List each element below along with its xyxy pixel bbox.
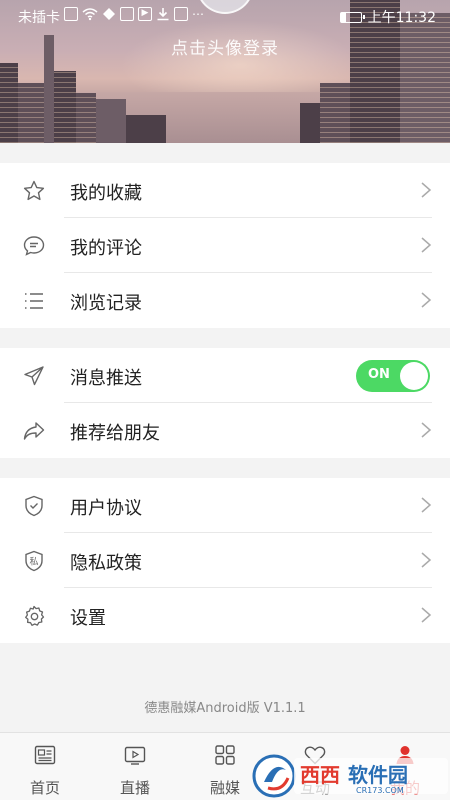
menu-item-favorites[interactable]: 我的收藏 xyxy=(0,163,450,218)
menu-item-label: 隐私政策 xyxy=(70,553,142,574)
watermark-logo: 西西 软件园 CR173.COM xyxy=(252,754,448,798)
send-icon xyxy=(24,366,44,386)
svg-text:西西: 西西 xyxy=(300,763,340,787)
shield-private-icon: 私 xyxy=(25,550,43,572)
skyline-building xyxy=(18,83,44,143)
skyline-building xyxy=(300,103,320,143)
menu-item-label: 推荐给朋友 xyxy=(70,423,160,444)
menu-item-label: 用户协议 xyxy=(70,498,142,519)
skyline-building xyxy=(54,71,76,143)
menu-group-1: 我的收藏 我的评论 浏览记录 xyxy=(0,163,450,328)
menu-group-2: 消息推送 ON 推荐给朋友 xyxy=(0,348,450,458)
watermark: 西西 软件园 CR173.COM xyxy=(252,752,450,800)
star-icon xyxy=(23,180,45,201)
shield-private-glyph: 私 xyxy=(29,557,38,568)
more-icon: ⋯ xyxy=(192,7,204,21)
tab-live[interactable]: 直播 xyxy=(90,733,180,800)
live-video-icon xyxy=(124,746,146,765)
menu-item-label: 浏览记录 xyxy=(70,293,142,314)
toggle-knob xyxy=(400,362,428,390)
share-icon xyxy=(23,422,45,440)
grid-icon xyxy=(215,745,235,765)
sim-icon xyxy=(64,7,78,21)
notification-icons: ▶ ⋯ xyxy=(64,7,204,21)
skyline-building xyxy=(76,93,96,143)
login-prompt[interactable]: 点击头像登录 xyxy=(0,34,450,59)
status-bar: 未插卡 ▶ ⋯ 上午11:32 xyxy=(0,0,450,32)
app-version: 德惠融媒Android版 V1.1.1 xyxy=(144,701,306,716)
skyline-building xyxy=(320,83,350,143)
menu-group-3: 用户协议 私 隐私政策 设置 xyxy=(0,478,450,643)
clock: 上午11:32 xyxy=(367,10,436,26)
app-notification-icon xyxy=(120,7,134,21)
menu-item-push-notifications: 消息推送 ON xyxy=(0,348,450,403)
menu-item-label: 我的收藏 xyxy=(70,183,142,204)
tab-home[interactable]: 首页 xyxy=(0,733,90,800)
skyline-building xyxy=(126,115,166,143)
app-notification-icon xyxy=(103,8,115,20)
tab-label: 直播 xyxy=(119,779,150,797)
menu-item-settings[interactable]: 设置 xyxy=(0,588,450,643)
app-notification-icon xyxy=(174,7,188,21)
menu-item-label: 我的评论 xyxy=(70,238,142,259)
list-icon xyxy=(25,293,43,309)
tab-label: 首页 xyxy=(29,779,60,797)
skyline-building xyxy=(0,63,18,143)
toggle-state-label: ON xyxy=(368,367,390,382)
chevron-right-icon xyxy=(421,552,432,568)
menu-item-label: 消息推送 xyxy=(70,368,142,389)
chevron-right-icon xyxy=(421,422,432,438)
shield-check-icon xyxy=(25,495,43,517)
svg-text:软件园: 软件园 xyxy=(348,763,408,787)
menu-item-comments[interactable]: 我的评论 xyxy=(0,218,450,273)
svg-text:CR173.COM: CR173.COM xyxy=(356,786,404,795)
download-icon xyxy=(157,8,169,21)
news-icon xyxy=(34,745,56,765)
chevron-right-icon xyxy=(421,497,432,513)
comment-icon xyxy=(23,236,45,256)
gear-icon xyxy=(25,605,45,626)
wifi-icon xyxy=(82,8,98,21)
carrier-text: 未插卡 xyxy=(18,10,60,26)
push-toggle[interactable]: ON xyxy=(356,360,430,392)
play-icon: ▶ xyxy=(138,7,152,21)
menu-item-history[interactable]: 浏览记录 xyxy=(0,273,450,328)
menu-item-label: 设置 xyxy=(70,608,106,629)
menu-item-user-agreement[interactable]: 用户协议 xyxy=(0,478,450,533)
chevron-right-icon xyxy=(421,237,432,253)
skyline-building xyxy=(400,13,450,143)
chevron-right-icon xyxy=(421,607,432,623)
menu-item-privacy-policy[interactable]: 私 隐私政策 xyxy=(0,533,450,588)
battery-icon xyxy=(339,11,365,23)
chevron-right-icon xyxy=(421,182,432,198)
menu-item-recommend[interactable]: 推荐给朋友 xyxy=(0,403,450,458)
chevron-right-icon xyxy=(421,292,432,308)
skyline-building xyxy=(96,99,126,143)
